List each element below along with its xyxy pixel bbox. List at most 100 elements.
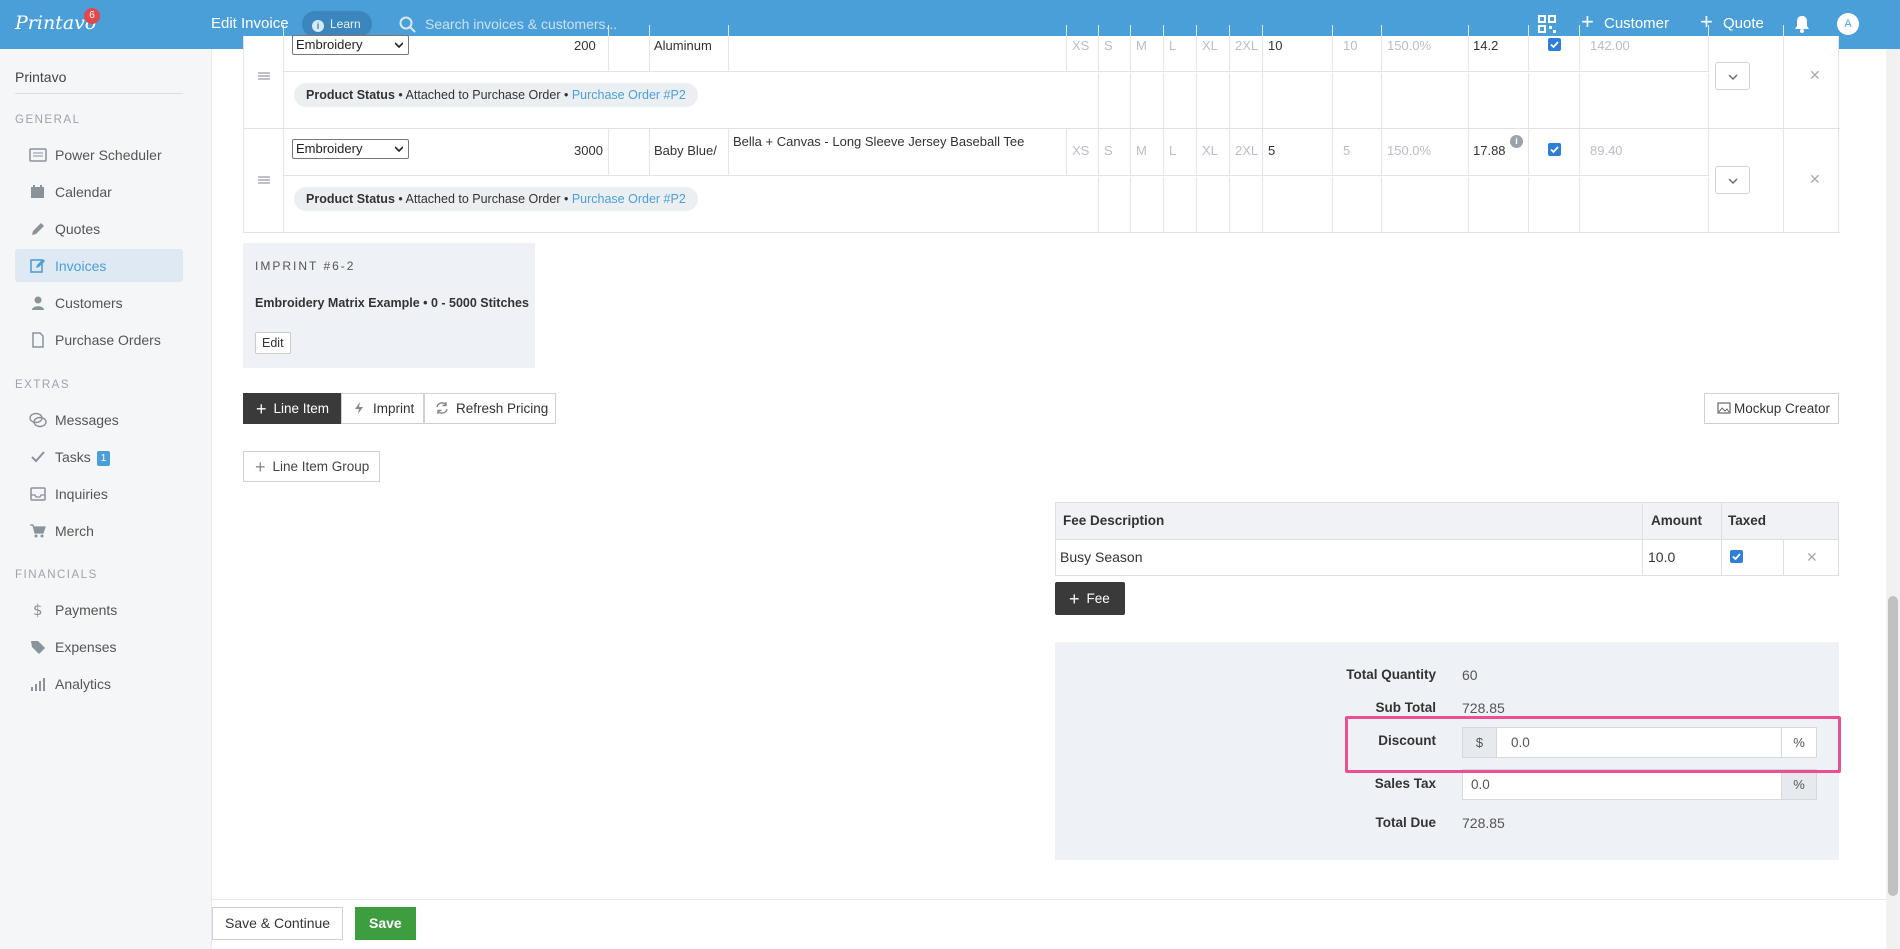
organization-name: Printavo bbox=[15, 69, 67, 85]
chevron-down-icon bbox=[395, 42, 403, 49]
color-cell[interactable]: Aluminum bbox=[650, 25, 729, 72]
category-cell: Embroidery bbox=[284, 25, 609, 72]
sales-tax-percent-addon: % bbox=[1781, 769, 1817, 800]
size-xl-cell[interactable]: XL bbox=[1197, 25, 1230, 72]
sidebar-item-analytics[interactable]: Analytics bbox=[15, 667, 183, 700]
sidebar-item-label: Tasks 1 bbox=[55, 449, 111, 466]
spacer-cell bbox=[1469, 177, 1529, 232]
spacer-cell bbox=[1580, 177, 1709, 232]
spacer-cell bbox=[1263, 177, 1333, 232]
spacer-cell bbox=[1230, 177, 1263, 232]
quantity-cell[interactable]: 5 bbox=[1263, 129, 1333, 176]
sidebar-item-label: Purchase Orders bbox=[55, 332, 161, 348]
sidebar-item-merch[interactable]: Merch bbox=[15, 514, 183, 547]
description-cell[interactable] bbox=[729, 25, 1067, 72]
sidebar-item-inquiries[interactable]: Inquiries bbox=[15, 477, 183, 510]
mockup-creator-button[interactable]: Mockup Creator bbox=[1704, 393, 1839, 424]
price-info-icon[interactable]: i bbox=[1510, 135, 1523, 148]
size-m-cell[interactable]: M bbox=[1131, 129, 1164, 176]
scrollbar-thumb[interactable] bbox=[1888, 596, 1898, 896]
status-label: Product Status bbox=[306, 192, 395, 206]
size-xl-cell[interactable]: XL bbox=[1197, 129, 1230, 176]
add-line-item-button[interactable]: + Line Item bbox=[243, 393, 341, 424]
drag-handle[interactable] bbox=[244, 25, 284, 128]
price-cell[interactable]: 14.2 bbox=[1469, 25, 1529, 72]
spacer-cell bbox=[1382, 73, 1469, 128]
line-total-cell: 89.40 bbox=[1580, 129, 1709, 176]
spacer-cell bbox=[1067, 177, 1099, 232]
size-l-cell[interactable]: L bbox=[1164, 25, 1197, 72]
fee-taxed-checkbox[interactable] bbox=[1730, 550, 1743, 563]
fee-description-field[interactable]: Busy Season bbox=[1060, 549, 1143, 565]
sidebar-item-label: Payments bbox=[55, 602, 118, 618]
spacer-cell bbox=[1131, 73, 1164, 128]
size-s-cell[interactable]: S bbox=[1099, 25, 1131, 72]
fee-amount-field[interactable]: 10.0 bbox=[1648, 549, 1675, 565]
sidebar-item-calendar[interactable]: Calendar bbox=[15, 175, 183, 208]
line-item-menu-button[interactable] bbox=[1715, 166, 1750, 194]
color-cell[interactable]: Baby Blue/ bbox=[650, 129, 729, 176]
spacer-cell bbox=[1197, 73, 1230, 128]
tasks-count-badge: 1 bbox=[96, 451, 111, 466]
markup-cell: 150.0% bbox=[1382, 129, 1469, 176]
sidebar-item-expenses[interactable]: Expenses bbox=[15, 630, 183, 663]
add-imprint-button[interactable]: Imprint bbox=[341, 393, 424, 424]
user-avatar[interactable]: A bbox=[1837, 13, 1859, 35]
tasks-label-text: Tasks bbox=[55, 449, 91, 465]
spacer-cell bbox=[1067, 73, 1099, 128]
spacer-cell bbox=[1529, 73, 1580, 128]
sidebar-item-messages[interactable]: Messages bbox=[15, 403, 183, 436]
dollar-icon: $ bbox=[33, 601, 43, 619]
description-cell[interactable]: Bella + Canvas - Long Sleeve Jersey Base… bbox=[729, 129, 1067, 176]
purchase-order-link[interactable]: Purchase Order #P2 bbox=[572, 192, 686, 206]
taxed-checkbox[interactable] bbox=[1548, 38, 1561, 51]
size-m-cell[interactable]: M bbox=[1131, 25, 1164, 72]
imprint-edit-button[interactable]: Edit bbox=[255, 332, 291, 354]
category-select[interactable]: Embroidery bbox=[292, 139, 409, 159]
remove-line-item-button[interactable]: ✕ bbox=[1809, 171, 1821, 188]
purchase-order-link[interactable]: Purchase Order #P2 bbox=[572, 88, 686, 102]
remove-line-item-button[interactable]: ✕ bbox=[1809, 67, 1821, 84]
sidebar-item-power-scheduler[interactable]: Power Scheduler bbox=[15, 138, 183, 171]
sidebar-item-tasks[interactable]: Tasks 1 bbox=[15, 440, 183, 473]
sidebar-item-purchase-orders[interactable]: Purchase Orders bbox=[15, 323, 183, 356]
section-general: GENERAL bbox=[15, 114, 81, 126]
plus-icon: + bbox=[1069, 589, 1080, 609]
sidebar-item-quotes[interactable]: Quotes bbox=[15, 212, 183, 245]
add-fee-button[interactable]: + Fee bbox=[1055, 582, 1125, 615]
remove-fee-button[interactable]: ✕ bbox=[1806, 549, 1818, 566]
refresh-pricing-button[interactable]: Refresh Pricing bbox=[424, 393, 556, 424]
item-number-cell[interactable]: 200 bbox=[570, 25, 650, 72]
add-line-item-group-button[interactable]: + Line Item Group bbox=[243, 451, 380, 482]
quantity-cell[interactable]: 10 bbox=[1263, 25, 1333, 72]
sidebar-item-customers[interactable]: Customers bbox=[15, 286, 183, 319]
chevron-down-icon bbox=[395, 146, 403, 153]
price-cell[interactable]: 17.88 i bbox=[1469, 129, 1529, 176]
cart-icon bbox=[30, 524, 46, 538]
sales-tax-input[interactable] bbox=[1462, 769, 1782, 800]
line-item-menu-button[interactable] bbox=[1715, 62, 1750, 90]
taxed-cell bbox=[1529, 25, 1580, 72]
taxed-checkbox[interactable] bbox=[1548, 143, 1561, 156]
size-xs-cell[interactable]: XS bbox=[1067, 25, 1099, 72]
item-number-cell[interactable]: 3000 bbox=[570, 129, 650, 176]
markup-cell: 150.0% bbox=[1382, 25, 1469, 72]
save-button[interactable]: Save bbox=[355, 907, 416, 940]
fee-taxed-header: Taxed bbox=[1728, 513, 1767, 528]
drag-handle[interactable] bbox=[244, 129, 284, 232]
sidebar-item-invoices[interactable]: Invoices bbox=[15, 249, 183, 282]
spacer-cell bbox=[1197, 177, 1230, 232]
size-2xl-cell[interactable]: 2XL bbox=[1230, 129, 1263, 176]
sub-total-value: 728.85 bbox=[1462, 700, 1505, 716]
sidebar-item-payments[interactable]: $ Payments bbox=[15, 593, 183, 626]
sidebar-item-label: Analytics bbox=[55, 676, 112, 692]
size-l-cell[interactable]: L bbox=[1164, 129, 1197, 176]
category-select[interactable]: Embroidery bbox=[292, 35, 409, 55]
size-xs-cell[interactable]: XS bbox=[1067, 129, 1099, 176]
taxed-cell bbox=[1529, 129, 1580, 176]
size-2xl-cell[interactable]: 2XL bbox=[1230, 25, 1263, 72]
save-and-continue-button[interactable]: Save & Continue bbox=[212, 907, 344, 940]
total-quantity-cell: 10 bbox=[1333, 25, 1382, 72]
sidebar-item-label: Messages bbox=[55, 412, 119, 428]
size-s-cell[interactable]: S bbox=[1099, 129, 1131, 176]
